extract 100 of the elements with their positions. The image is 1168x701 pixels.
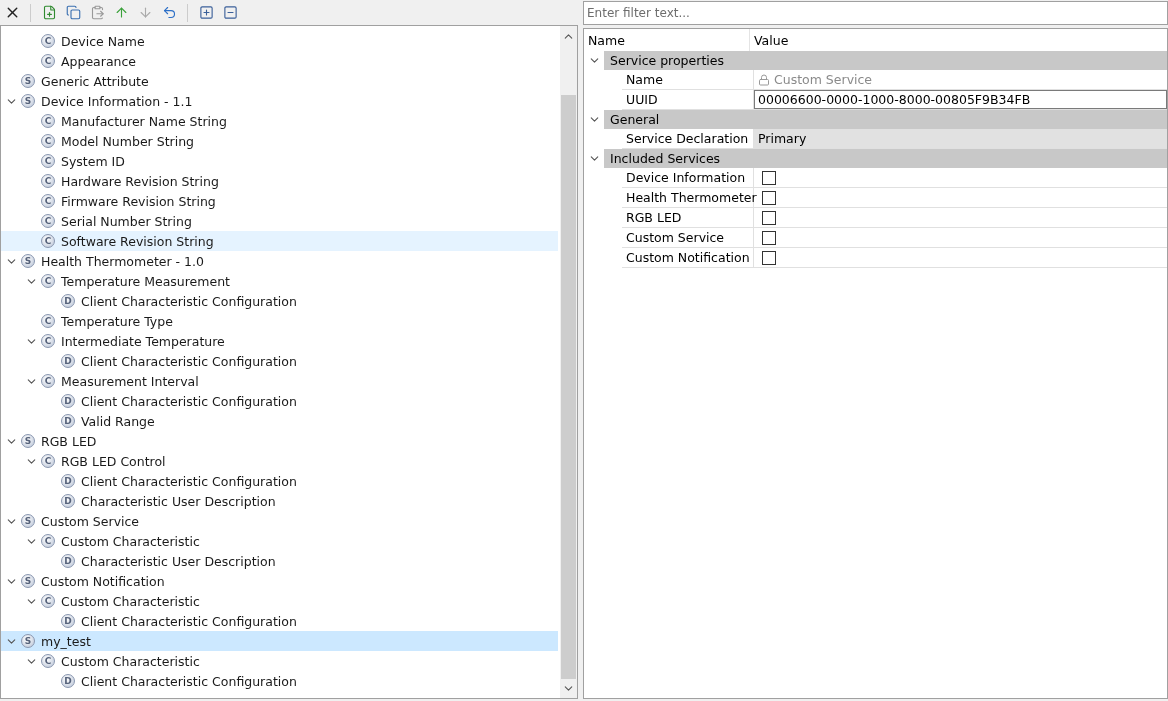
tree-item[interactable]: D Client Characteristic Configuration [1,391,558,411]
tree-item[interactable]: C Device Name [1,31,558,51]
node-type-icon: C [41,194,55,208]
tree-item-label: Intermediate Temperature [61,333,225,349]
node-type-icon: S [21,254,35,268]
node-type-icon: D [61,394,75,408]
tree-item[interactable]: C Firmware Revision String [1,191,558,211]
tree-item-label: RGB LED Control [61,453,166,469]
tree-item-label: Generic Attribute [41,73,149,89]
tree-item-label: Appearance [61,53,137,69]
tree-item-label: Software Revision String [61,233,214,249]
tree-item[interactable]: C Appearance [1,51,558,71]
tree-item[interactable]: D Characteristic User Description [1,491,558,511]
tree-item[interactable]: S RGB LED [1,431,558,451]
tree-item[interactable]: C Custom Characteristic [1,591,558,611]
group-header[interactable]: Included Services [604,149,1167,168]
tree-item[interactable]: S my_test [1,631,558,651]
tree-item[interactable]: C Temperature Measurement [1,271,558,291]
group-header[interactable]: General [604,110,1167,129]
checkbox[interactable] [762,190,776,205]
tree-item[interactable]: C System ID [1,151,558,171]
scrollbar[interactable] [560,26,577,698]
checkbox[interactable] [762,230,776,245]
tree-item-label: Client Characteristic Configuration [81,473,297,489]
node-type-icon: C [41,274,55,288]
tree-item[interactable]: C Intermediate Temperature [1,331,558,351]
node-type-icon: C [41,34,55,48]
checkbox[interactable] [762,250,776,265]
checkbox[interactable] [762,170,776,185]
node-type-icon: C [41,314,55,328]
column-header[interactable]: Value [750,29,789,51]
node-type-icon: C [41,454,55,468]
tree-item-label: Hardware Revision String [61,173,219,189]
node-type-icon: C [41,114,55,128]
tree-item[interactable]: C Software Revision String [1,231,558,251]
tree-item-label: RGB LED [41,433,97,449]
tree-item[interactable]: S Health Thermometer - 1.0 [1,251,558,271]
tree-item[interactable]: C Manufacturer Name String [1,111,558,131]
tree-item[interactable]: C Measurement Interval [1,371,558,391]
group-header[interactable]: Service properties [604,51,1167,70]
property-name: Device Information [622,168,754,187]
property-name: RGB LED [622,208,754,227]
tree-item[interactable]: S Generic Attribute [1,71,558,91]
node-type-icon: S [21,634,35,648]
node-type-icon: D [61,354,75,368]
tree-item[interactable]: D Characteristic User Description [1,551,558,571]
tree-item[interactable]: D Valid Range [1,411,558,431]
tree-item-label: Device Information - 1.1 [41,93,193,109]
tree-item-label: Client Characteristic Configuration [81,673,297,689]
declaration-dropdown[interactable]: Primary [754,129,1167,148]
node-type-icon: D [61,294,75,308]
tree-item-label: Custom Service [41,513,140,529]
node-type-icon: D [61,674,75,688]
node-type-icon: C [41,334,55,348]
node-type-icon: S [21,574,35,588]
tree-item[interactable]: D Client Characteristic Configuration [1,351,558,371]
node-type-icon: C [41,374,55,388]
property-name: Custom Notification [622,248,754,267]
expand-all-button[interactable] [197,3,215,22]
tree-item-label: Valid Range [81,413,155,429]
tree-item[interactable]: C Hardware Revision String [1,171,558,191]
tree-item-label: System ID [61,153,125,169]
tree-item-label: Device Name [61,33,145,49]
tree-item-label: Custom Characteristic [61,653,200,669]
tree-item[interactable]: D Client Characteristic Configuration [1,671,558,691]
tree-item-label: Firmware Revision String [61,193,216,209]
node-type-icon: D [61,614,75,628]
tree-item[interactable]: D Client Characteristic Configuration [1,611,558,631]
tree-item[interactable]: S Custom Service [1,511,558,531]
tree-item[interactable]: C Serial Number String [1,211,558,231]
node-type-icon: D [61,474,75,488]
tree-item[interactable]: C Temperature Type [1,311,558,331]
uuid-field[interactable]: 00006600-0000-1000-8000-00805F9B34FB [754,90,1167,109]
copy-button[interactable] [64,3,82,22]
tree-item-label: Custom Characteristic [61,533,200,549]
node-type-icon: C [41,534,55,548]
tree-item-label: Client Characteristic Configuration [81,293,297,309]
collapse-all-button[interactable] [221,3,239,22]
filter-field[interactable]: Enter filter text... [583,1,1168,25]
tree-item-label: Serial Number String [61,213,192,229]
checkbox[interactable] [762,210,776,225]
tree-item[interactable]: C Custom Characteristic [1,531,558,551]
property-name: Name [622,70,754,89]
node-type-icon: D [61,554,75,568]
tree-item[interactable]: C Custom Characteristic [1,651,558,671]
node-type-icon: S [21,434,35,448]
tree-item-label: Client Characteristic Configuration [81,393,297,409]
tree-item[interactable]: C RGB LED Control [1,451,558,471]
tree-item[interactable]: D Client Characteristic Configuration [1,471,558,491]
tree-item-label: Measurement Interval [61,373,199,389]
node-type-icon: C [41,54,55,68]
tree-item-label: Characteristic User Description [81,493,276,509]
tree-item-label: my_test [41,633,91,649]
tree-item[interactable]: S Custom Notification [1,571,558,591]
tree-item-label: Client Characteristic Configuration [81,613,297,629]
tree-item[interactable]: S Device Information - 1.1 [1,91,558,111]
lock-icon [758,73,770,86]
tree-item[interactable]: C Model Number String [1,131,558,151]
tree-item[interactable]: D Client Characteristic Configuration [1,291,558,311]
node-type-icon: C [41,594,55,608]
